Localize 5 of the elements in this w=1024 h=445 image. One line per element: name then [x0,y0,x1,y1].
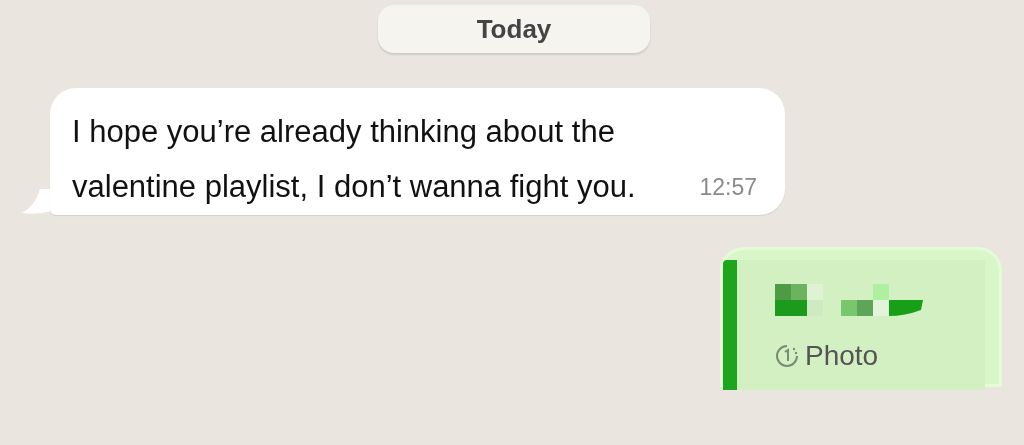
message-text: I hope you’re already thinking about the valentine playlist, I don’t wanna fight you. [72,113,637,206]
message-time: 12:57 [699,174,757,201]
quote-label: Photo [805,340,879,372]
date-label: Today [378,5,650,53]
view-once-icon [775,344,799,368]
